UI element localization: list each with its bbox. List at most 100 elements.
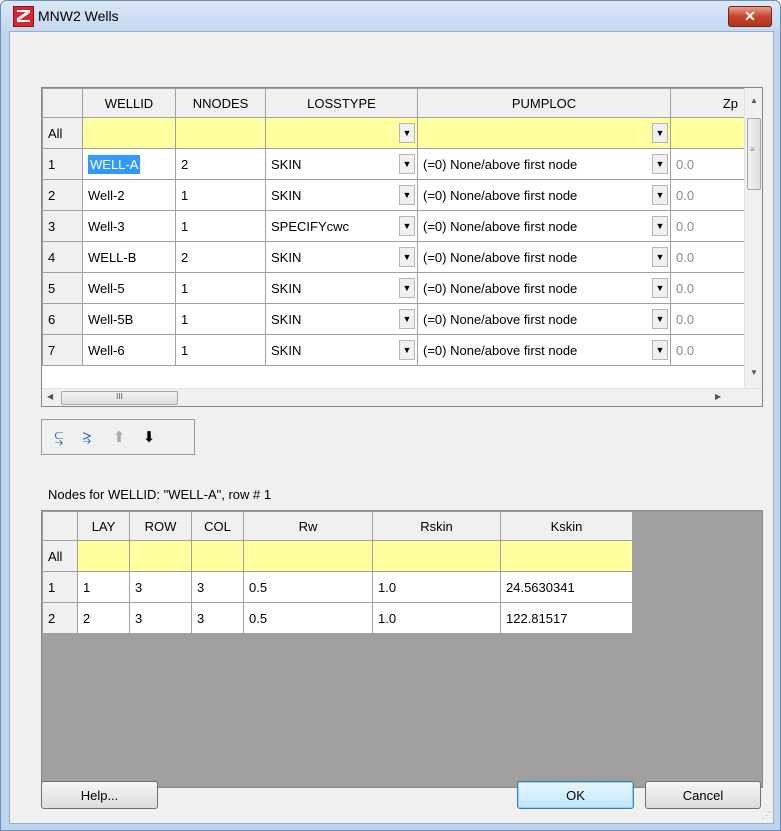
help-button[interactable]: Help...: [41, 781, 158, 809]
pumploc-cell[interactable]: (=0) None/above first node ▼: [417, 210, 671, 242]
wellid-cell-selected[interactable]: WELL-A: [82, 148, 176, 180]
dropdown-arrow-icon[interactable]: ▼: [399, 278, 415, 298]
scroll-right-icon[interactable]: ▶: [715, 392, 721, 401]
vertical-scrollbar[interactable]: ▲ ≡ ▼: [744, 88, 762, 388]
wellid-cell[interactable]: WELL-B: [82, 241, 176, 273]
dropdown-arrow-icon[interactable]: ▼: [652, 216, 668, 236]
losstype-cell[interactable]: SKIN ▼: [265, 179, 418, 211]
nnodes-cell[interactable]: 2: [175, 241, 266, 273]
rw-cell[interactable]: 0.5: [243, 602, 373, 634]
row-header[interactable]: 2: [42, 179, 83, 211]
wellid-cell[interactable]: Well-5B: [82, 303, 176, 335]
rskin-cell[interactable]: 1.0: [372, 602, 501, 634]
pumploc-cell[interactable]: (=0) None/above first node ▼: [417, 179, 671, 211]
resize-grip-icon[interactable]: ⋰: [762, 810, 771, 821]
dropdown-arrow-icon[interactable]: ▼: [399, 216, 415, 236]
nnodes-cell[interactable]: 1: [175, 272, 266, 304]
all-row-header[interactable]: All: [42, 117, 83, 149]
rw-cell[interactable]: 0.5: [243, 571, 373, 603]
losstype-cell[interactable]: SKIN ▼: [265, 241, 418, 273]
column-header-lay[interactable]: LAY: [77, 511, 130, 541]
all-nnodes-cell[interactable]: [175, 117, 266, 149]
all-row-cell[interactable]: [129, 540, 192, 572]
pumploc-cell[interactable]: (=0) None/above first node ▼: [417, 303, 671, 335]
losstype-cell[interactable]: SKIN ▼: [265, 272, 418, 304]
dropdown-arrow-icon[interactable]: ▼: [399, 185, 415, 205]
row-header[interactable]: 4: [42, 241, 83, 273]
lay-cell[interactable]: 1: [77, 571, 130, 603]
pumploc-cell[interactable]: (=0) None/above first node ▼: [417, 272, 671, 304]
dropdown-arrow-icon[interactable]: ▼: [652, 185, 668, 205]
all-wellid-cell[interactable]: [82, 117, 176, 149]
nnodes-cell[interactable]: 1: [175, 303, 266, 335]
losstype-cell[interactable]: SPECIFYcwc ▼: [265, 210, 418, 242]
lay-cell[interactable]: 2: [77, 602, 130, 634]
all-kskin-cell[interactable]: [500, 540, 633, 572]
nnodes-cell[interactable]: 1: [175, 179, 266, 211]
kskin-cell[interactable]: 24.5630341: [500, 571, 633, 603]
all-rw-cell[interactable]: [243, 540, 373, 572]
kskin-cell[interactable]: 122.81517: [500, 602, 633, 634]
dropdown-arrow-icon[interactable]: ▼: [652, 123, 668, 143]
dropdown-arrow-icon[interactable]: ▼: [652, 154, 668, 174]
losstype-cell[interactable]: SKIN ▼: [265, 148, 418, 180]
horizontal-scroll-thumb[interactable]: III: [61, 391, 178, 405]
row-cell[interactable]: 3: [129, 571, 192, 603]
nnodes-cell[interactable]: 1: [175, 210, 266, 242]
row-header[interactable]: 6: [42, 303, 83, 335]
column-header-rskin[interactable]: Rskin: [372, 511, 501, 541]
nnodes-cell[interactable]: 2: [175, 148, 266, 180]
column-header-col[interactable]: COL: [191, 511, 244, 541]
row-header[interactable]: 1: [42, 148, 83, 180]
wellid-cell[interactable]: Well-6: [82, 334, 176, 366]
wellid-cell[interactable]: Well-5: [82, 272, 176, 304]
all-pumploc-cell[interactable]: ▼: [417, 117, 671, 149]
column-header-kskin[interactable]: Kskin: [500, 511, 633, 541]
dropdown-arrow-icon[interactable]: ▼: [652, 340, 668, 360]
col-cell[interactable]: 3: [191, 602, 244, 634]
move-down-button[interactable]: ⬇: [138, 427, 160, 449]
add-row-button[interactable]: ⥸: [76, 427, 98, 449]
losstype-cell[interactable]: SKIN ▼: [265, 303, 418, 335]
dropdown-arrow-icon[interactable]: ▼: [652, 247, 668, 267]
dropdown-arrow-icon[interactable]: ▼: [399, 247, 415, 267]
row-header[interactable]: 5: [42, 272, 83, 304]
column-header-losstype[interactable]: LOSSTYPE: [265, 88, 418, 118]
row-cell[interactable]: 3: [129, 602, 192, 634]
pumploc-cell[interactable]: (=0) None/above first node ▼: [417, 334, 671, 366]
row-header[interactable]: 2: [42, 602, 78, 634]
cancel-button[interactable]: Cancel: [645, 781, 761, 809]
all-rskin-cell[interactable]: [372, 540, 501, 572]
dropdown-arrow-icon[interactable]: ▼: [652, 309, 668, 329]
wellid-cell[interactable]: Well-2: [82, 179, 176, 211]
all-losstype-cell[interactable]: ▼: [265, 117, 418, 149]
losstype-cell[interactable]: SKIN ▼: [265, 334, 418, 366]
pumploc-cell[interactable]: (=0) None/above first node ▼: [417, 148, 671, 180]
all-lay-cell[interactable]: [77, 540, 130, 572]
nnodes-cell[interactable]: 1: [175, 334, 266, 366]
all-col-cell[interactable]: [191, 540, 244, 572]
close-button[interactable]: ✕: [728, 6, 772, 27]
row-header[interactable]: 7: [42, 334, 83, 366]
column-header-pumploc[interactable]: PUMPLOC: [417, 88, 671, 118]
pumploc-cell[interactable]: (=0) None/above first node ▼: [417, 241, 671, 273]
wellid-cell[interactable]: Well-3: [82, 210, 176, 242]
move-up-button[interactable]: ⬆: [108, 427, 130, 449]
column-header-rw[interactable]: Rw: [243, 511, 373, 541]
row-header[interactable]: 1: [42, 571, 78, 603]
dropdown-arrow-icon[interactable]: ▼: [399, 123, 415, 143]
vertical-scroll-thumb[interactable]: ≡: [747, 118, 761, 190]
row-header[interactable]: 3: [42, 210, 83, 242]
scroll-down-icon[interactable]: ▼: [750, 368, 758, 377]
scroll-up-icon[interactable]: ▲: [750, 96, 758, 105]
dropdown-arrow-icon[interactable]: ▼: [399, 309, 415, 329]
column-header-row[interactable]: ROW: [129, 511, 192, 541]
dropdown-arrow-icon[interactable]: ▼: [399, 154, 415, 174]
column-header-wellid[interactable]: WELLID: [82, 88, 176, 118]
dropdown-arrow-icon[interactable]: ▼: [652, 278, 668, 298]
scroll-left-icon[interactable]: ◀: [47, 392, 53, 401]
col-cell[interactable]: 3: [191, 571, 244, 603]
dropdown-arrow-icon[interactable]: ▼: [399, 340, 415, 360]
all-row-header[interactable]: All: [42, 540, 78, 572]
column-header-nnodes[interactable]: NNODES: [175, 88, 266, 118]
